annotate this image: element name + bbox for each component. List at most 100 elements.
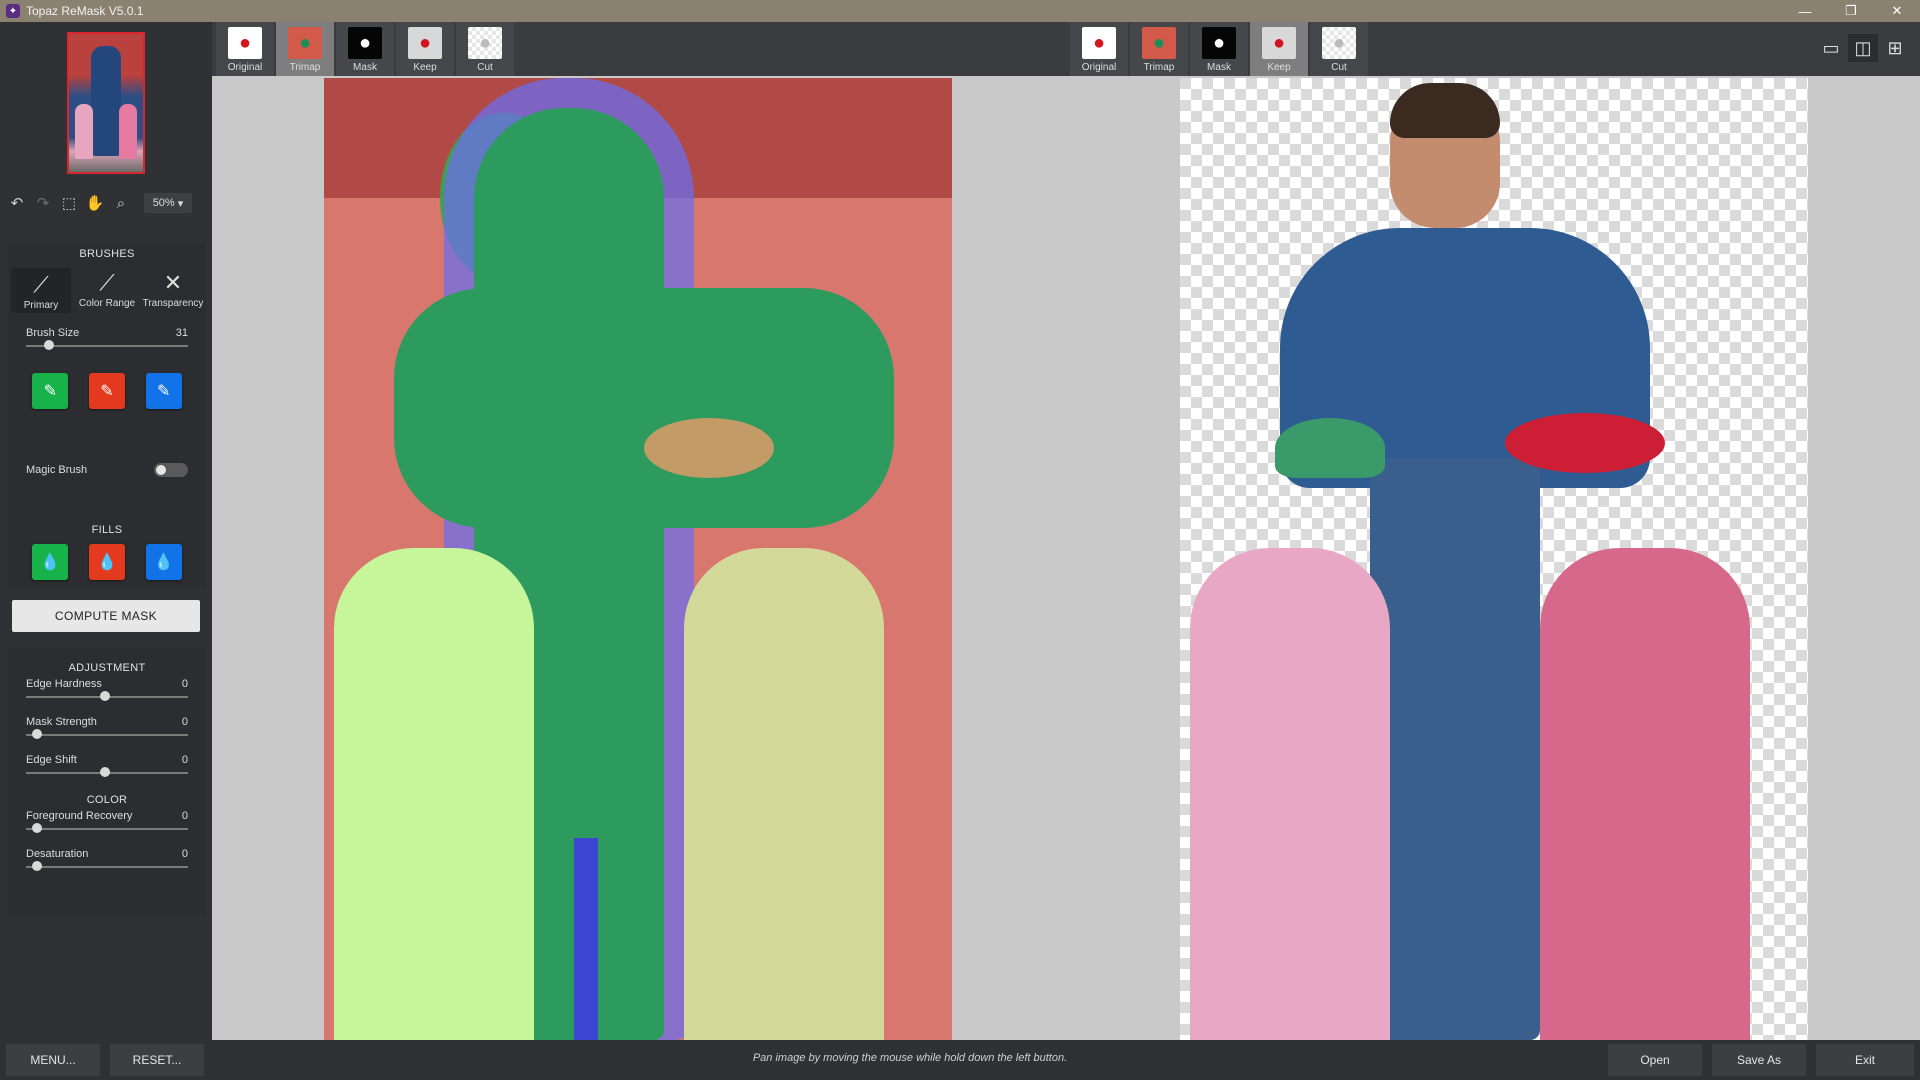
fills-title: FILLS [91, 524, 123, 536]
result-figure [1390, 83, 1500, 138]
tab-label: Cut [477, 62, 493, 73]
compute-fill-button[interactable]: 💧 [145, 544, 182, 580]
mask-strength-label: Mask Strength [26, 716, 97, 728]
left-tab-original[interactable]: ● Original [216, 22, 274, 76]
left-tab-trimap[interactable]: ● Trimap [276, 22, 334, 76]
slider-knob[interactable] [32, 823, 42, 833]
right-view-tabs: ● Original ● Trimap ● Mask ● Keep ● Cut [1070, 22, 1370, 76]
mask-strength-slider[interactable] [26, 728, 188, 740]
redo-icon[interactable]: ↷ [30, 190, 56, 216]
magic-brush-toggle[interactable] [154, 463, 188, 477]
brush-label: Color Range [78, 298, 136, 309]
foreground-recovery-value: 0 [181, 810, 188, 822]
primary-brush-button[interactable]: ⟋ Primary [11, 268, 71, 313]
slider-knob[interactable] [32, 861, 42, 871]
menu-button[interactable]: MENU... [6, 1044, 100, 1076]
brush-size-value: 31 [175, 327, 188, 339]
slider-knob[interactable] [32, 729, 42, 739]
hand-icon[interactable]: ✋ [82, 190, 108, 216]
foreground-recovery-slider[interactable] [26, 822, 188, 834]
mask-icon: ● [348, 27, 382, 59]
restore-button[interactable]: ❐ [1828, 0, 1874, 22]
mask-strength-value: 0 [181, 716, 188, 728]
result-figure [1275, 418, 1385, 478]
tab-label: Original [1081, 62, 1117, 73]
desaturation-slider[interactable] [26, 860, 188, 872]
left-view-tabs: ● Original ● Trimap ● Mask ● Keep ● Cut [216, 22, 516, 76]
cut-icon: ● [1322, 27, 1356, 59]
slider-knob[interactable] [100, 767, 110, 777]
sidebar: ↶ ↷ ⬚ ✋ ⌕ 50% ▾ BRUSHES ⟋ Primary ⟋ Colo… [0, 22, 212, 1040]
zoom-select[interactable]: 50% ▾ [144, 193, 192, 213]
edge-shift-slider[interactable] [26, 766, 188, 778]
desaturation-value: 0 [181, 848, 188, 860]
close-button[interactable]: ✕ [1874, 0, 1920, 22]
compute-mask-button[interactable]: COMPUTE MASK [12, 600, 200, 632]
color-range-brush-button[interactable]: ⟋ Color Range [77, 268, 137, 313]
selection-icon[interactable]: ⬚ [56, 190, 82, 216]
result-figure [1540, 548, 1750, 1040]
zoom-icon[interactable]: ⌕ [108, 190, 134, 216]
edge-hardness-slider[interactable] [26, 690, 188, 702]
compute-brush-button[interactable]: ✎ [145, 373, 182, 409]
keep-icon: ● [1262, 27, 1296, 59]
color-range-icon: ⟋ [99, 270, 115, 295]
cut-brush-button[interactable]: ✎ [88, 373, 125, 409]
trimap-unknown-region [574, 838, 598, 1040]
keep-brush-button[interactable]: ✎ [32, 373, 69, 409]
quad-view-icon[interactable]: ⊞ [1880, 34, 1910, 62]
edge-shift-value: 0 [181, 754, 188, 766]
tab-label: Mask [353, 62, 377, 73]
tab-label: Mask [1207, 62, 1231, 73]
tab-label: Keep [1267, 62, 1291, 73]
right-tab-original[interactable]: ● Original [1070, 22, 1128, 76]
left-tab-mask[interactable]: ● Mask [336, 22, 394, 76]
trimap-icon: ● [288, 27, 322, 59]
reset-button[interactable]: RESET... [110, 1044, 204, 1076]
color-title: COLOR [86, 794, 128, 806]
single-view-icon[interactable]: ▭ [1816, 34, 1846, 62]
trimap-keep-region [684, 548, 884, 1040]
keep-fill-button[interactable]: 💧 [32, 544, 69, 580]
left-tab-cut[interactable]: ● Cut [456, 22, 514, 76]
right-tab-keep[interactable]: ● Keep [1250, 22, 1308, 76]
edge-shift-label: Edge Shift [26, 754, 77, 766]
slider-knob[interactable] [100, 691, 110, 701]
layout-buttons: ▭ ◫ ⊞ [1814, 34, 1910, 62]
transparency-icon: ✕ [163, 270, 183, 295]
undo-icon[interactable]: ↶ [4, 190, 30, 216]
thumbnail-figure [119, 104, 137, 159]
transparency-brush-button[interactable]: ✕ Transparency [142, 268, 204, 313]
cut-fill-button[interactable]: 💧 [88, 544, 125, 580]
brush-icon: ⟋ [33, 272, 49, 297]
result-figure [1370, 458, 1540, 1040]
right-tab-trimap[interactable]: ● Trimap [1130, 22, 1188, 76]
trimap-icon: ● [1142, 27, 1176, 59]
tool-row: ↶ ↷ ⬚ ✋ ⌕ 50% ▾ [0, 187, 212, 219]
brushes-title: BRUSHES [79, 248, 135, 260]
trimap-canvas[interactable] [324, 78, 952, 1040]
exit-button[interactable]: Exit [1816, 1044, 1914, 1076]
left-tab-keep[interactable]: ● Keep [396, 22, 454, 76]
result-canvas[interactable] [1180, 78, 1808, 1040]
trimap-keep-region [644, 418, 774, 478]
adjustment-panel: ADJUSTMENT Edge Hardness 0 Mask Strength… [8, 648, 206, 916]
edge-hardness-label: Edge Hardness [26, 678, 102, 690]
split-view-icon[interactable]: ◫ [1848, 34, 1878, 62]
right-tab-mask[interactable]: ● Mask [1190, 22, 1248, 76]
tab-label: Keep [413, 62, 437, 73]
minimize-button[interactable]: — [1782, 0, 1828, 22]
navigator-thumbnail[interactable] [67, 32, 145, 174]
brush-label: Transparency [142, 298, 204, 309]
fills-panel: FILLS 💧 💧 💧 [8, 520, 206, 588]
right-tab-cut[interactable]: ● Cut [1310, 22, 1368, 76]
brush-size-label: Brush Size [26, 327, 80, 339]
open-button[interactable]: Open [1608, 1044, 1702, 1076]
slider-knob[interactable] [44, 340, 54, 350]
cut-icon: ● [468, 27, 502, 59]
adjustment-title: ADJUSTMENT [68, 662, 146, 674]
brush-size-slider[interactable] [26, 339, 188, 351]
title-bar: ✦ Topaz ReMask V5.0.1 — ❐ ✕ [0, 0, 1920, 22]
save-as-button[interactable]: Save As [1712, 1044, 1806, 1076]
bottom-bar: MENU... RESET... Pan image by moving the… [0, 1040, 1920, 1080]
